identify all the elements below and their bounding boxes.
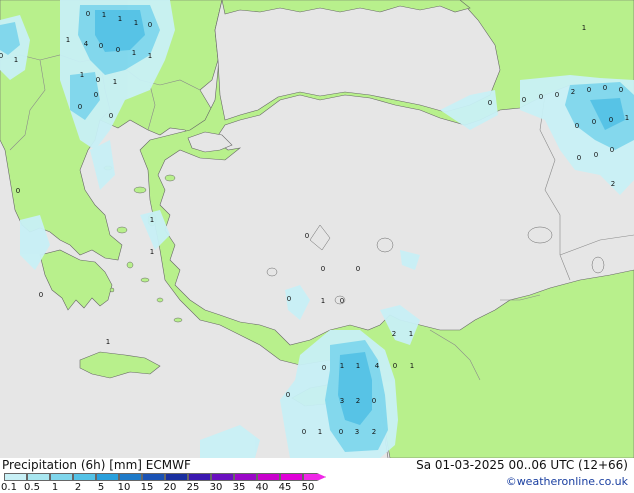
precip-value-label: 1 [102, 11, 106, 19]
precip-value-label: 0 [393, 362, 397, 370]
scale-segment [119, 473, 142, 481]
precip-value-label: 0 [116, 46, 120, 54]
precip-value-label: 0 [302, 428, 306, 436]
precip-value-label: 0 [339, 428, 343, 436]
precip-value-label: 0 [539, 93, 543, 101]
precip-value-label: 0 [587, 86, 591, 94]
precip-value-label: 1 [132, 49, 136, 57]
scale-tick-label: 50 [301, 482, 315, 493]
precip-value-label: 1 [321, 297, 325, 305]
precip-value-label: 0 [78, 103, 82, 111]
precip-value-label: 1 [410, 362, 414, 370]
precip-value-label: 2 [611, 180, 615, 188]
precip-value-label: 2 [571, 88, 575, 96]
scale-tick-label: 5 [97, 482, 105, 493]
precip-value-label: 0 [148, 21, 152, 29]
precip-value-label: 0 [16, 187, 20, 195]
precip-value-label: 4 [375, 362, 380, 370]
precip-value-label: 0 [287, 295, 291, 303]
precip-value-label: 1 [318, 428, 322, 436]
precip-value-label: 2 [372, 428, 376, 436]
scale-tick-label: 15 [140, 482, 154, 493]
scale-tick-label: 45 [278, 482, 292, 493]
precip-value-label: 0 [322, 364, 326, 372]
scale-tick-label: 0.1 [1, 482, 17, 493]
precip-value-label: 0 [592, 118, 596, 126]
precip-value-label: 1 [106, 338, 110, 346]
precip-value-label: 0 [488, 99, 492, 107]
precip-value-label: 2 [392, 330, 396, 338]
precip-value-label: 3 [340, 397, 344, 405]
scale-segment [142, 473, 165, 481]
scale-tick-label: 10 [117, 482, 131, 493]
valid-time: Sa 01-03-2025 00..06 UTC (12+66) [416, 458, 628, 472]
precip-value-label: 0 [610, 146, 614, 154]
footer: Precipitation (6h) [mm] ECMWF Sa 01-03-2… [0, 458, 634, 493]
precip-value-label: 1 [150, 248, 154, 256]
precip-value-label: 0 [372, 397, 376, 405]
scale-tick-label: 2 [74, 482, 82, 493]
precip-value-label: 2 [356, 397, 360, 405]
precip-value-label: 0 [575, 122, 579, 130]
scale-segment [188, 473, 211, 481]
precip-value-label: 1 [356, 362, 360, 370]
precip-value-label: 0 [286, 391, 290, 399]
precip-value-label: 1 [134, 19, 138, 27]
scale-tick-label: 0.5 [24, 482, 40, 493]
precip-value-label: 0 [555, 91, 559, 99]
precip-value-label: 0 [39, 291, 43, 299]
precip-value-label: 0 [321, 265, 325, 273]
map-canvas: 0 1 1 1 0 1 4 0 0 1 1 0 1 1 0 1 0 0 0 0 1 1 0 1 0 0 0 0 1 0 1 0 0 0 0 2 0 0 0 0… [0, 0, 634, 458]
precip-value-label: 4 [84, 40, 89, 48]
precip-value-label: 0 [619, 86, 623, 94]
precip-value-label: 0 [340, 297, 344, 305]
precip-value-label: 1 [14, 56, 18, 64]
precip-value-label: 0 [603, 84, 607, 92]
precip-value-label: 0 [94, 91, 98, 99]
scale-segment [303, 473, 326, 481]
scale-tick-label: 20 [163, 482, 177, 493]
scale-segment [4, 473, 27, 481]
precip-value-label: 1 [409, 330, 413, 338]
precip-value-label: 1 [340, 362, 344, 370]
precip-value-label: 1 [118, 15, 122, 23]
precip-value-label: 1 [113, 78, 117, 86]
precip-value-label: 1 [66, 36, 70, 44]
scale-tick-label: 25 [186, 482, 200, 493]
precip-value-label: 0 [577, 154, 581, 162]
precip-value-label: 1 [148, 52, 152, 60]
scale-tick-label: 35 [232, 482, 246, 493]
scale-segment [257, 473, 280, 481]
precip-value-label: 0 [96, 76, 100, 84]
scale-segment [96, 473, 119, 481]
precip-value-label: 0 [0, 52, 3, 60]
scale-segment [27, 473, 50, 481]
credit-link[interactable]: ©weatheronline.co.uk [506, 475, 628, 488]
precip-value-label: 3 [355, 428, 359, 436]
scale-segment [165, 473, 188, 481]
map: 0 1 1 1 0 1 4 0 0 1 1 0 1 1 0 1 0 0 0 0 1 1 0 1 0 0 0 0 1 0 1 0 0 0 0 2 0 0 0 0… [0, 0, 634, 458]
precip-value-label: 0 [356, 265, 360, 273]
precip-value-label: 0 [109, 112, 113, 120]
scale-tick-label: 40 [255, 482, 269, 493]
legend-title: Precipitation (6h) [mm] ECMWF [2, 458, 191, 472]
precip-value-label: 1 [625, 114, 629, 122]
scale-segment [211, 473, 234, 481]
scale-tick-label: 1 [51, 482, 59, 493]
precip-value-label: 1 [150, 216, 154, 224]
precip-value-label: 0 [86, 10, 90, 18]
precip-value-label: 0 [594, 151, 598, 159]
precip-value-label: 1 [80, 71, 84, 79]
scale-segment [50, 473, 73, 481]
scale-segment [234, 473, 257, 481]
scale-segment [73, 473, 96, 481]
precip-value-label: 0 [99, 42, 103, 50]
precip-value-label: 0 [609, 116, 613, 124]
scale-tick-label: 30 [209, 482, 223, 493]
precip-value-label: 1 [582, 24, 586, 32]
precip-value-label: 0 [522, 96, 526, 104]
scale-segment [280, 473, 303, 481]
precip-value-label: 0 [305, 232, 309, 240]
